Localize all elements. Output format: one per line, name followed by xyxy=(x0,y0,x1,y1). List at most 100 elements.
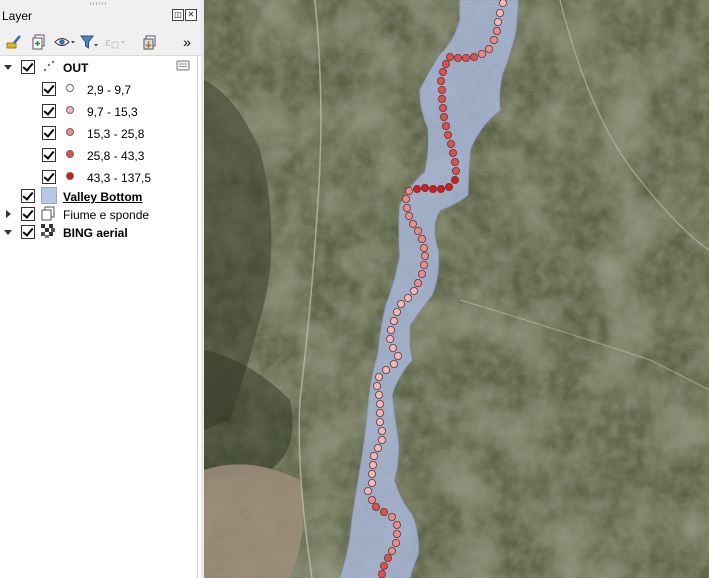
out-point-marker[interactable] xyxy=(489,36,498,45)
out-point-marker[interactable] xyxy=(441,60,450,69)
out-point-marker[interactable] xyxy=(450,175,459,184)
class-checkbox[interactable] xyxy=(42,126,56,140)
out-point-marker[interactable] xyxy=(492,26,501,35)
out-point-marker[interactable] xyxy=(437,86,446,95)
out-point-marker[interactable] xyxy=(419,243,428,252)
out-point-marker[interactable] xyxy=(412,184,421,193)
out-point-marker[interactable] xyxy=(408,219,417,228)
out-point-marker[interactable] xyxy=(392,307,401,316)
aerial-map[interactable] xyxy=(204,0,709,578)
out-point-marker[interactable] xyxy=(439,113,448,122)
out-point-marker[interactable] xyxy=(437,95,446,104)
out-point-marker[interactable] xyxy=(495,8,504,17)
out-point-marker[interactable] xyxy=(493,17,502,26)
out-point-marker[interactable] xyxy=(369,451,378,460)
out-point-marker[interactable] xyxy=(377,435,386,444)
out-point-marker[interactable] xyxy=(441,122,450,131)
out-point-marker[interactable] xyxy=(367,478,376,487)
layer-checkbox-fiume[interactable] xyxy=(21,207,35,221)
layer-checkbox-out[interactable] xyxy=(21,60,35,74)
out-point-marker[interactable] xyxy=(377,426,386,435)
out-point-marker[interactable] xyxy=(461,54,470,63)
out-point-marker[interactable] xyxy=(375,408,384,417)
out-point-marker[interactable] xyxy=(371,502,380,511)
out-point-marker[interactable] xyxy=(389,359,398,368)
out-point-marker[interactable] xyxy=(409,286,418,295)
visibility-eye-icon[interactable] xyxy=(53,32,77,52)
out-point-marker[interactable] xyxy=(453,54,462,63)
close-panel-button[interactable]: ✕ xyxy=(185,9,197,21)
out-point-marker[interactable] xyxy=(367,469,376,478)
remove-layer-icon[interactable] xyxy=(140,32,160,52)
out-point-marker[interactable] xyxy=(428,184,437,193)
out-point-marker[interactable] xyxy=(446,139,455,148)
out-point-marker[interactable] xyxy=(448,148,457,157)
out-point-marker[interactable] xyxy=(438,104,447,113)
out-point-marker[interactable] xyxy=(385,334,394,343)
out-point-marker[interactable] xyxy=(392,521,401,530)
out-point-marker[interactable] xyxy=(417,234,426,243)
out-point-marker[interactable] xyxy=(444,182,453,191)
out-point-marker[interactable] xyxy=(375,417,384,426)
out-point-marker[interactable] xyxy=(387,547,396,556)
out-point-marker[interactable] xyxy=(391,539,400,548)
out-point-marker[interactable] xyxy=(419,260,428,269)
out-point-marker[interactable] xyxy=(413,278,422,287)
class-checkbox[interactable] xyxy=(42,148,56,162)
out-point-marker[interactable] xyxy=(499,0,507,7)
out-point-marker[interactable] xyxy=(373,443,382,452)
more-chevrons-icon[interactable]: » xyxy=(180,32,194,52)
out-point-marker[interactable] xyxy=(484,45,493,54)
out-point-marker[interactable] xyxy=(417,269,426,278)
out-point-marker[interactable] xyxy=(404,211,413,220)
out-point-marker[interactable] xyxy=(374,390,383,399)
out-point-marker[interactable] xyxy=(379,507,388,516)
out-point-marker[interactable] xyxy=(367,495,376,504)
out-point-marker[interactable] xyxy=(477,50,486,59)
out-point-marker[interactable] xyxy=(374,372,383,381)
legend-class-row[interactable]: 9,7 - 15,3 xyxy=(0,100,197,122)
layer-row-out[interactable]: OUT xyxy=(0,56,197,78)
map-canvas[interactable] xyxy=(204,0,709,578)
filter-expression-icon[interactable]: ε xyxy=(104,32,126,52)
expand-arrow-icon[interactable] xyxy=(6,210,11,218)
out-point-marker[interactable] xyxy=(402,203,411,212)
out-point-marker[interactable] xyxy=(420,251,429,260)
class-checkbox[interactable] xyxy=(42,82,56,96)
out-point-marker[interactable] xyxy=(450,157,459,166)
out-point-marker[interactable] xyxy=(451,166,460,175)
out-point-marker[interactable] xyxy=(379,562,388,571)
float-panel-button[interactable]: ◫ xyxy=(172,9,184,21)
layer-checkbox-valley-bottom[interactable] xyxy=(21,189,35,203)
out-point-marker[interactable] xyxy=(383,554,392,563)
out-point-marker[interactable] xyxy=(387,513,396,522)
out-point-marker[interactable] xyxy=(378,570,386,578)
out-point-marker[interactable] xyxy=(413,226,422,235)
layer-checkbox-bing[interactable] xyxy=(21,225,35,239)
out-point-marker[interactable] xyxy=(469,53,478,62)
out-point-marker[interactable] xyxy=(363,486,372,495)
out-point-marker[interactable] xyxy=(375,399,384,408)
legend-class-row[interactable]: 25,8 - 43,3 xyxy=(0,144,197,166)
out-point-marker[interactable] xyxy=(420,183,429,192)
out-point-marker[interactable] xyxy=(372,381,381,390)
out-point-marker[interactable] xyxy=(381,365,390,374)
out-point-marker[interactable] xyxy=(401,194,410,203)
filter-legend-icon[interactable] xyxy=(79,32,99,52)
out-point-marker[interactable] xyxy=(386,325,395,334)
out-point-marker[interactable] xyxy=(396,299,405,308)
out-point-marker[interactable] xyxy=(436,184,445,193)
out-point-marker[interactable] xyxy=(443,130,452,139)
collapse-arrow-icon[interactable] xyxy=(4,65,12,70)
out-point-marker[interactable] xyxy=(368,460,377,469)
style-manager-icon[interactable] xyxy=(4,32,24,52)
out-point-marker[interactable] xyxy=(389,316,398,325)
out-point-marker[interactable] xyxy=(404,186,413,195)
out-point-marker[interactable] xyxy=(392,530,401,539)
out-point-marker[interactable] xyxy=(438,68,447,77)
out-point-marker[interactable] xyxy=(393,351,402,360)
out-point-marker[interactable] xyxy=(403,293,412,302)
layer-row-bing[interactable]: BING aerial xyxy=(0,221,197,243)
out-point-marker[interactable] xyxy=(388,343,397,352)
add-group-icon[interactable] xyxy=(29,32,49,52)
